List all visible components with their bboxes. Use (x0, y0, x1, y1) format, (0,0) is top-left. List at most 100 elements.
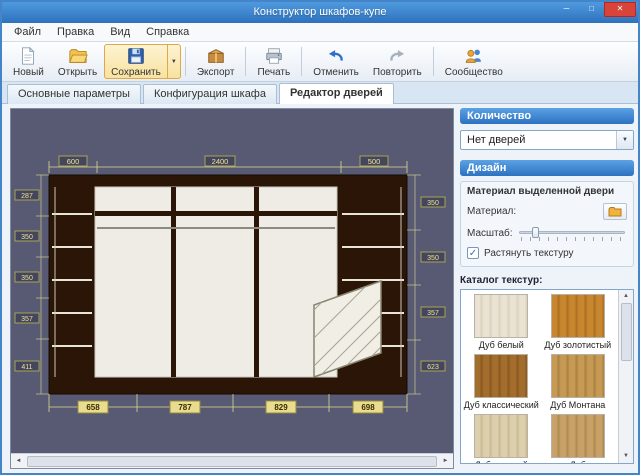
dim-right-3: 357 (427, 310, 439, 317)
dim-bottom-4: 698 (361, 403, 375, 412)
window-title: Конструктор шкафов-купе (2, 2, 638, 23)
horizontal-scrollbar[interactable]: ◄ ► (11, 453, 453, 468)
close-button[interactable]: ✕ (604, 2, 636, 17)
material-row: Материал: (467, 202, 627, 220)
printer-icon (264, 46, 284, 66)
texture-item[interactable]: Дуб белый (463, 294, 540, 350)
community-button[interactable]: Сообщество (438, 44, 510, 79)
menu-file[interactable]: Файл (6, 24, 49, 40)
drawing-area[interactable]: 600 2400 500 (10, 108, 454, 469)
dim-top-right: 500 (368, 157, 381, 166)
menu-help[interactable]: Справка (138, 24, 197, 40)
export-button-label: Экспорт (197, 67, 235, 78)
material-label: Материал: (467, 206, 516, 217)
texture-list[interactable]: Дуб белый Дуб золотистый Дуб классический Д… (460, 289, 634, 464)
texture-grid: Дуб белый Дуб золотистый Дуб классический Д… (461, 290, 618, 463)
dim-right-2: 350 (427, 255, 439, 262)
toolbar-separator (433, 47, 434, 76)
texture-swatch[interactable] (551, 354, 605, 398)
new-button[interactable]: Новый (6, 44, 51, 79)
save-button-label: Сохранить (111, 67, 161, 78)
scale-label: Масштаб: (467, 228, 513, 239)
save-button[interactable]: Сохранить (104, 44, 168, 79)
texture-list-scrollbar[interactable]: ▲ ▼ (618, 290, 633, 463)
dim-left-5: 411 (21, 364, 32, 371)
texture-label: Дуб белый (479, 340, 524, 350)
community-button-label: Сообщество (445, 67, 503, 78)
undo-button[interactable]: Отменить (306, 44, 366, 79)
redo-arrow-icon (387, 46, 407, 66)
browse-material-button[interactable] (603, 203, 627, 220)
right-panel: Количество Нет дверей ▼ Дизайн Материал … (460, 108, 634, 464)
export-button[interactable]: Экспорт (190, 44, 242, 79)
menu-view[interactable]: Вид (102, 24, 138, 40)
community-people-icon (464, 46, 484, 66)
texture-item[interactable]: Дуб Монтана (540, 354, 617, 410)
open-button[interactable]: Открыть (51, 44, 104, 79)
tab-strip: Основные параметры Конфигурация шкафа Ре… (2, 82, 638, 104)
texture-catalog-label: Каталог текстур: (460, 275, 634, 286)
menu-edit[interactable]: Правка (49, 24, 102, 40)
slider-ticks (521, 237, 625, 241)
toolbar-separator (301, 47, 302, 76)
tab-door-editor[interactable]: Редактор дверей (279, 83, 394, 104)
tab-basic-parameters[interactable]: Основные параметры (7, 84, 141, 104)
minimize-button[interactable]: ─ (554, 2, 579, 17)
open-button-label: Открыть (58, 67, 97, 78)
texture-label: Дуб золотистый (544, 340, 611, 350)
redo-button[interactable]: Повторить (366, 44, 429, 79)
print-button[interactable]: Печать (250, 44, 297, 79)
door-quantity-value: Нет дверей (467, 134, 525, 146)
texture-label: Дуб классический (464, 400, 539, 410)
quantity-header: Количество (460, 108, 634, 124)
scale-row: Масштаб: (467, 226, 627, 241)
material-group-title: Материал выделенной двери (467, 186, 627, 197)
texture-swatch[interactable] (551, 414, 605, 458)
texture-label: Дуб (570, 460, 586, 464)
dropdown-arrow-icon[interactable]: ▼ (616, 131, 633, 149)
horizontal-scrollbar-thumb[interactable] (27, 456, 437, 467)
redo-button-label: Повторить (373, 67, 422, 78)
dim-left-3: 350 (21, 275, 33, 282)
undo-button-label: Отменить (313, 67, 359, 78)
dim-bottom-1: 658 (86, 403, 100, 412)
texture-swatch[interactable] (474, 354, 528, 398)
dim-right-4: 623 (427, 364, 439, 371)
app-window: Конструктор шкафов-купе ─ □ ✕ Файл Правк… (0, 0, 640, 475)
dim-left-1: 287 (21, 193, 33, 200)
scroll-left-arrow-icon[interactable]: ◄ (11, 454, 26, 468)
scroll-down-arrow-icon[interactable]: ▼ (623, 450, 629, 463)
texture-item[interactable]: Дуб классический (463, 354, 540, 410)
texture-item[interactable]: Дуб светлый (463, 414, 540, 464)
texture-swatch[interactable] (474, 294, 528, 338)
texture-swatch[interactable] (551, 294, 605, 338)
stretch-texture-row[interactable]: ✓ Растянуть текстуру (467, 247, 627, 259)
undo-arrow-icon (326, 46, 346, 66)
texture-label: Дуб Монтана (550, 400, 605, 410)
dim-left-2: 350 (21, 234, 33, 241)
texture-item[interactable]: Дуб золотистый (540, 294, 617, 350)
open-folder-icon (68, 46, 88, 66)
stretch-texture-checkbox[interactable]: ✓ (467, 247, 479, 259)
texture-swatch[interactable] (474, 414, 528, 458)
maximize-button[interactable]: □ (579, 2, 604, 17)
dim-top-center: 2400 (212, 157, 229, 166)
wardrobe-drawing: 600 2400 500 (11, 109, 453, 453)
texture-item[interactable]: Дуб (540, 414, 617, 464)
print-button-label: Печать (257, 67, 290, 78)
titlebar: Конструктор шкафов-купе ─ □ ✕ (2, 2, 638, 23)
toolbar-separator (185, 47, 186, 76)
scroll-up-arrow-icon[interactable]: ▲ (623, 290, 629, 303)
scale-slider[interactable] (519, 226, 627, 241)
door-quantity-dropdown[interactable]: Нет дверей ▼ (460, 130, 634, 150)
save-diskette-icon (126, 46, 146, 66)
tab-wardrobe-configuration[interactable]: Конфигурация шкафа (143, 84, 277, 104)
scroll-right-arrow-icon[interactable]: ► (438, 454, 453, 468)
save-dropdown-arrow-icon[interactable]: ▼ (168, 44, 181, 79)
dim-left-4: 357 (21, 316, 33, 323)
folder-icon (608, 206, 622, 217)
texture-scrollbar-thumb[interactable] (621, 303, 632, 361)
window-controls: ─ □ ✕ (554, 2, 636, 17)
new-document-icon (18, 46, 38, 66)
export-package-icon (206, 46, 226, 66)
